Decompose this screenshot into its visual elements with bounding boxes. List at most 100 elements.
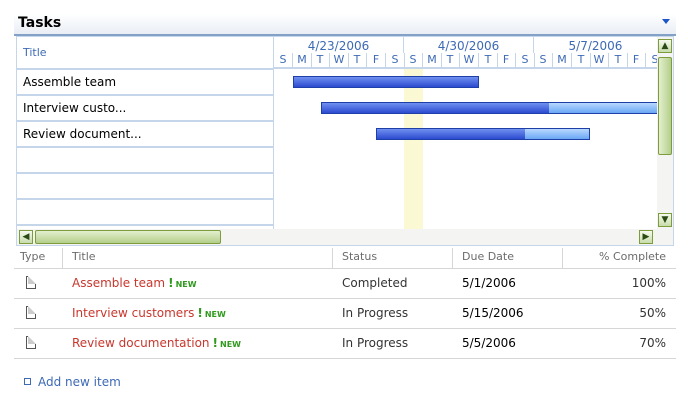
gantt-task-bar[interactable] — [321, 102, 657, 114]
webpart-header: Tasks — [14, 14, 676, 36]
gantt-day-label: M — [553, 53, 572, 67]
task-due-date: 5/15/2006 — [462, 306, 524, 320]
table-row[interactable]: Assemble team! NEW Completed 5/1/2006 100… — [14, 269, 676, 299]
column-header-status[interactable]: Status — [342, 250, 377, 263]
gantt-day-label: S — [274, 53, 293, 67]
gantt-bar-remaining — [525, 129, 589, 139]
scroll-left-icon[interactable]: ◀ — [19, 230, 33, 244]
task-percent-complete: 70% — [639, 336, 666, 350]
gantt-bar-progress — [294, 77, 478, 87]
task-title: Interview customers — [72, 306, 195, 320]
gantt-bar-progress — [377, 129, 526, 139]
column-header-due-date[interactable]: Due Date — [462, 250, 514, 263]
gantt-week-label: 4/23/2006 — [307, 39, 370, 53]
dropdown-arrow-icon[interactable] — [662, 19, 670, 24]
gantt-task-title: Assemble team — [23, 75, 117, 89]
gantt-day-label: T — [311, 53, 330, 67]
horizontal-scrollbar[interactable]: ◀ ▶ — [17, 229, 673, 245]
document-icon — [26, 276, 36, 289]
gantt-bar-progress — [322, 103, 549, 113]
gantt-day-label: S — [404, 53, 423, 67]
gantt-view: Title Assemble team Interview custo... R… — [16, 36, 674, 246]
task-due-date: 5/5/2006 — [462, 336, 516, 350]
gantt-day-label: T — [609, 53, 628, 67]
task-percent-complete: 50% — [639, 306, 666, 320]
scroll-right-icon[interactable]: ▶ — [639, 230, 653, 244]
gantt-day-label: W — [330, 53, 349, 67]
gantt-day-label: S — [534, 53, 553, 67]
gantt-header-divider — [274, 67, 657, 69]
bullet-icon — [24, 378, 31, 385]
gantt-day-label: W — [460, 53, 479, 67]
horizontal-scroll-thumb[interactable] — [35, 230, 221, 244]
task-percent-complete: 100% — [631, 276, 666, 290]
gantt-today-highlight — [404, 69, 423, 229]
gantt-day-label: F — [627, 53, 646, 67]
gantt-chart-area: 4/23/2006 4/30/2006 5/7/2006 SMTWTFSSMTW… — [274, 37, 657, 229]
webpart-title[interactable]: Tasks — [18, 15, 61, 31]
tasks-webpart: Tasks Title Assemble team Interview cust… — [14, 12, 676, 402]
gantt-day-label: T — [572, 53, 591, 67]
gantt-empty-row — [17, 174, 273, 200]
scroll-down-icon[interactable]: ▼ — [658, 213, 672, 227]
task-title-link[interactable]: Assemble team! NEW — [72, 276, 197, 290]
new-exclamation-icon: ! — [168, 276, 174, 290]
gantt-title-row[interactable]: Review document... — [17, 122, 273, 148]
column-divider — [562, 248, 563, 268]
table-row[interactable]: Review documentation! NEW In Progress 5/5… — [14, 329, 676, 359]
gantt-day-label: S — [646, 53, 658, 67]
gantt-day-label: S — [386, 53, 405, 67]
gantt-day-label: M — [423, 53, 442, 67]
task-status: Completed — [342, 276, 408, 290]
vertical-scrollbar[interactable]: ▲ ▼ — [657, 37, 673, 229]
gantt-day-label: T — [441, 53, 460, 67]
vertical-scroll-thumb[interactable] — [658, 57, 672, 155]
gantt-week-header: 4/23/2006 — [274, 37, 404, 53]
gantt-title-row[interactable]: Interview custo... — [17, 96, 273, 122]
gantt-week-header: 5/7/2006 — [534, 37, 657, 53]
task-title: Review documentation — [72, 336, 210, 350]
gantt-task-title: Review document... — [23, 127, 142, 141]
gantt-day-label: F — [497, 53, 516, 67]
column-divider — [452, 248, 453, 268]
gantt-empty-row — [17, 148, 273, 174]
document-icon — [26, 306, 36, 319]
task-title-link[interactable]: Interview customers! NEW — [72, 306, 226, 320]
column-header-type[interactable]: Type — [20, 250, 45, 263]
scroll-up-icon[interactable]: ▲ — [658, 39, 672, 53]
new-exclamation-icon: ! — [212, 336, 218, 350]
new-badge: NEW — [204, 310, 226, 319]
gantt-empty-row — [17, 200, 273, 226]
new-exclamation-icon: ! — [197, 306, 203, 320]
new-badge: NEW — [175, 280, 197, 289]
gantt-day-label: F — [367, 53, 386, 67]
column-header-title[interactable]: Title — [72, 250, 96, 263]
gantt-week-header: 4/30/2006 — [404, 37, 534, 53]
gantt-title-header: Title — [17, 37, 273, 70]
gantt-task-title: Interview custo... — [23, 101, 127, 115]
gantt-day-label: T — [479, 53, 498, 67]
gantt-day-label: S — [516, 53, 535, 67]
task-due-date: 5/1/2006 — [462, 276, 516, 290]
task-status: In Progress — [342, 306, 409, 320]
gantt-title-header-label[interactable]: Title — [23, 46, 47, 59]
task-status: In Progress — [342, 336, 409, 350]
document-icon — [26, 336, 36, 349]
gantt-day-label: W — [590, 53, 609, 67]
list-header-row: Type Title Status Due Date % Complete — [14, 246, 676, 269]
gantt-week-label: 5/7/2006 — [568, 39, 623, 53]
task-title-link[interactable]: Review documentation! NEW — [72, 336, 241, 350]
gantt-title-column: Title Assemble team Interview custo... R… — [17, 37, 274, 245]
gantt-week-label: 4/30/2006 — [437, 39, 500, 53]
new-badge: NEW — [220, 340, 241, 349]
add-new-item-label: Add new item — [38, 375, 121, 389]
gantt-task-bar[interactable] — [376, 128, 590, 140]
gantt-bar-remaining — [549, 103, 657, 113]
table-row[interactable]: Interview customers! NEW In Progress 5/15… — [14, 299, 676, 329]
gantt-title-row[interactable]: Assemble team — [17, 70, 273, 96]
column-divider — [332, 248, 333, 268]
gantt-task-bar[interactable] — [293, 76, 479, 88]
add-new-item-link[interactable]: Add new item — [24, 375, 121, 389]
column-header-percent-complete[interactable]: % Complete — [599, 250, 666, 263]
column-divider — [62, 248, 63, 268]
